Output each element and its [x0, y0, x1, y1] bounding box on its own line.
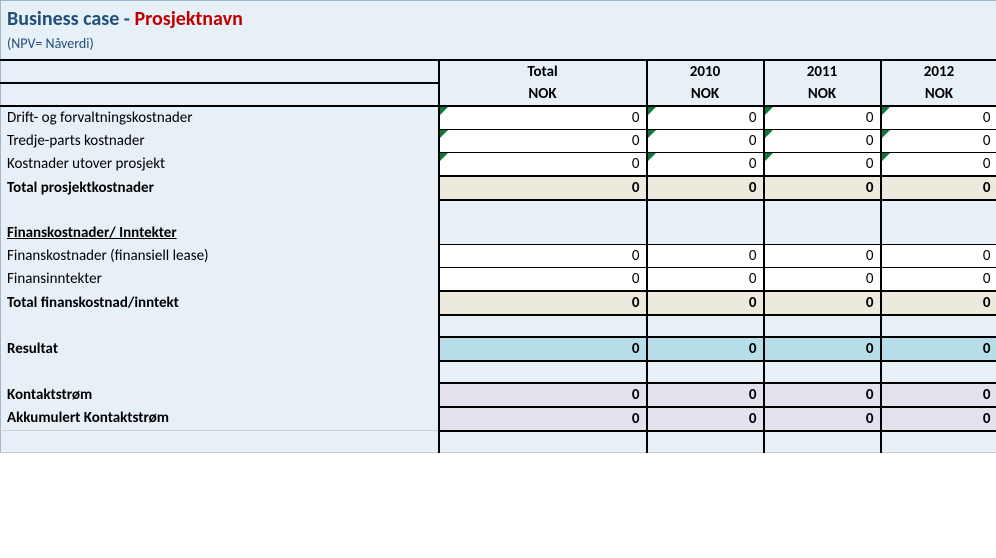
row-akk-label: Akkumulert Kontaktstrøm — [1, 407, 439, 431]
cell-akk-y1: 0 — [647, 407, 764, 431]
cell-finkost-y3[interactable]: 0 — [881, 244, 996, 267]
row-utover-label: Kostnader utover prosjekt — [1, 153, 439, 177]
col-y2-cur: NOK — [764, 83, 881, 106]
cell-drift-y2[interactable]: 0 — [764, 106, 881, 130]
header-blank-2 — [1, 83, 439, 106]
cell-utover-y2[interactable]: 0 — [764, 153, 881, 177]
cell-resultat-y2: 0 — [764, 337, 881, 361]
spacer — [647, 361, 764, 383]
spacer — [764, 200, 881, 222]
cell-resultat-total: 0 — [439, 337, 647, 361]
spacer — [439, 200, 647, 222]
cell-utover-y3[interactable]: 0 — [881, 153, 996, 177]
spacer — [647, 222, 764, 244]
spacer — [439, 315, 647, 337]
spacer — [764, 361, 881, 383]
spacer — [1, 200, 439, 222]
business-case-table: Business case - Prosjektnavn (NPV= Nåver… — [0, 0, 996, 453]
subtitle: (NPV= Nåverdi) — [1, 33, 996, 60]
section-finans: Finanskostnader/ Inntekter — [1, 222, 439, 244]
row-drift-label: Drift- og forvaltningskostnader — [1, 106, 439, 130]
cell-utover-y1[interactable]: 0 — [647, 153, 764, 177]
cell-resultat-y3: 0 — [881, 337, 996, 361]
cell-akk-y3: 0 — [881, 407, 996, 431]
spacer — [1, 431, 439, 453]
col-total-label: Total — [439, 60, 647, 83]
row-totproj-label: Total prosjektkostnader — [1, 176, 439, 200]
spacer — [439, 431, 647, 453]
spacer — [764, 222, 881, 244]
col-y3-cur: NOK — [881, 83, 996, 106]
cell-resultat-y1: 0 — [647, 337, 764, 361]
spacer — [647, 315, 764, 337]
spacer — [881, 200, 996, 222]
col-total-cur: NOK — [439, 83, 647, 106]
cell-totfin-y2: 0 — [764, 291, 881, 315]
cell-totproj-y1: 0 — [647, 176, 764, 200]
title-prefix: Business case - — [7, 7, 134, 31]
cell-totproj-y3: 0 — [881, 176, 996, 200]
project-name: Prosjektnavn — [134, 7, 242, 31]
row-fininn-label: Finansinntekter — [1, 267, 439, 291]
cell-drift-y1[interactable]: 0 — [647, 106, 764, 130]
spacer — [1, 315, 439, 337]
spacer — [881, 361, 996, 383]
cell-kontakt-y1: 0 — [647, 383, 764, 407]
row-tredje-label: Tredje-parts kostnader — [1, 130, 439, 153]
spacer — [439, 222, 647, 244]
cell-kontakt-total: 0 — [439, 383, 647, 407]
spacer — [647, 431, 764, 453]
spacer — [439, 361, 647, 383]
cell-finkost-y1[interactable]: 0 — [647, 244, 764, 267]
cell-tredje-y3[interactable]: 0 — [881, 130, 996, 153]
row-finkost-label: Finanskostnader (finansiell lease) — [1, 244, 439, 267]
cell-utover-total[interactable]: 0 — [439, 153, 647, 177]
cell-fininn-y2[interactable]: 0 — [764, 267, 881, 291]
spacer — [881, 315, 996, 337]
cell-kontakt-y2: 0 — [764, 383, 881, 407]
spacer — [764, 315, 881, 337]
cell-fininn-y3[interactable]: 0 — [881, 267, 996, 291]
cell-totproj-y2: 0 — [764, 176, 881, 200]
spacer — [881, 222, 996, 244]
spreadsheet: Business case - Prosjektnavn (NPV= Nåver… — [0, 0, 996, 558]
row-kontakt-label: Kontaktstrøm — [1, 383, 439, 407]
col-y2-label: 2011 — [764, 60, 881, 83]
cell-finkost-y2[interactable]: 0 — [764, 244, 881, 267]
col-y3-label: 2012 — [881, 60, 996, 83]
spacer — [881, 431, 996, 453]
row-resultat-label: Resultat — [1, 337, 439, 361]
col-y1-label: 2010 — [647, 60, 764, 83]
cell-totfin-total: 0 — [439, 291, 647, 315]
page-title: Business case - Prosjektnavn — [1, 1, 996, 34]
cell-drift-y3[interactable]: 0 — [881, 106, 996, 130]
cell-fininn-y1[interactable]: 0 — [647, 267, 764, 291]
cell-tredje-y2[interactable]: 0 — [764, 130, 881, 153]
cell-kontakt-y3: 0 — [881, 383, 996, 407]
header-blank — [1, 60, 439, 83]
col-y1-cur: NOK — [647, 83, 764, 106]
subtitle-text: (NPV= Nåverdi) — [7, 35, 94, 52]
cell-totfin-y3: 0 — [881, 291, 996, 315]
cell-tredje-y1[interactable]: 0 — [647, 130, 764, 153]
spacer — [764, 431, 881, 453]
cell-drift-total[interactable]: 0 — [439, 106, 647, 130]
cell-fininn-total[interactable]: 0 — [439, 267, 647, 291]
cell-akk-total: 0 — [439, 407, 647, 431]
row-totfin-label: Total finanskostnad/inntekt — [1, 291, 439, 315]
cell-totproj-total: 0 — [439, 176, 647, 200]
cell-totfin-y1: 0 — [647, 291, 764, 315]
cell-finkost-total[interactable]: 0 — [439, 244, 647, 267]
spacer — [1, 361, 439, 383]
cell-akk-y2: 0 — [764, 407, 881, 431]
spacer — [647, 200, 764, 222]
cell-tredje-total[interactable]: 0 — [439, 130, 647, 153]
